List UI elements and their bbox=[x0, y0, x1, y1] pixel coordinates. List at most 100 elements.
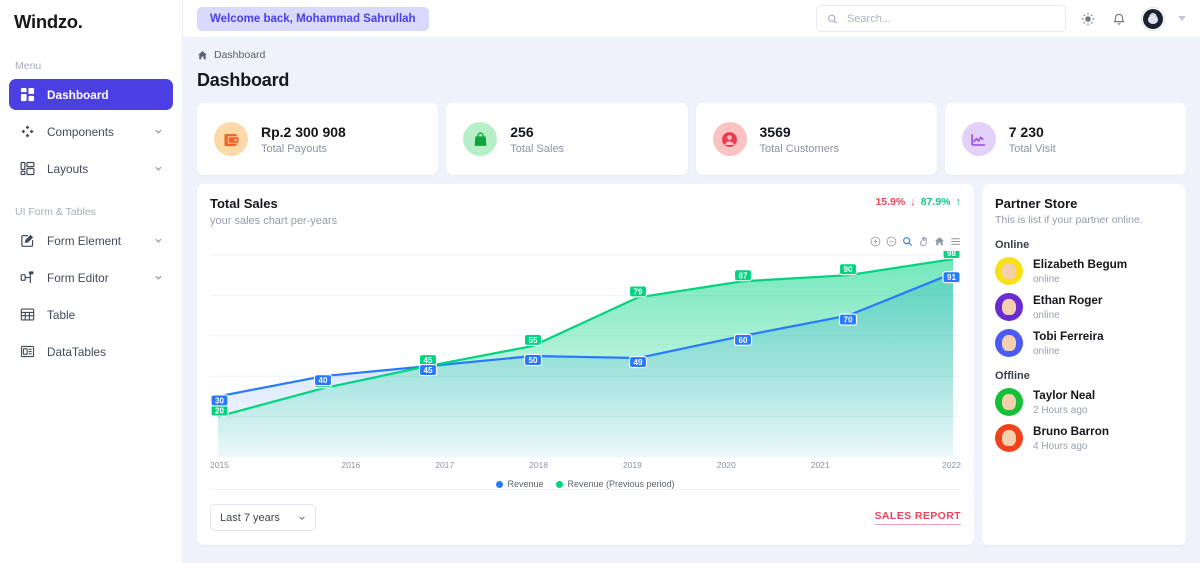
brand-logo[interactable]: Windzo. bbox=[9, 0, 173, 44]
avatar[interactable] bbox=[1141, 6, 1165, 31]
pct-decrease: 15.9% bbox=[875, 196, 906, 208]
data-label-value: 49 bbox=[634, 358, 643, 367]
chart-plot-area[interactable]: 20344555798790983040455049607091 bbox=[210, 251, 961, 457]
breadcrumb-label[interactable]: Dashboard bbox=[214, 49, 265, 61]
sidebar-item-form-editor[interactable]: Form Editor bbox=[9, 262, 173, 293]
data-label-value: 20 bbox=[215, 407, 224, 416]
sidebar-item-layouts[interactable]: Layouts bbox=[9, 153, 173, 184]
app-root: Windzo. Menu Dashboard Components Layout… bbox=[0, 0, 1200, 563]
x-tick: 2021 bbox=[810, 460, 830, 470]
content-area: Dashboard Dashboard Rp.2 300 908 Total P… bbox=[183, 38, 1200, 563]
partner-name: Elizabeth Begum bbox=[1033, 258, 1128, 272]
chevron-down-icon bbox=[155, 129, 162, 134]
data-label-value: 50 bbox=[529, 356, 538, 365]
sales-report-link[interactable]: SALES REPORT bbox=[874, 510, 961, 525]
sidebar-item-label: Dashboard bbox=[47, 87, 109, 102]
zoom-in-icon[interactable] bbox=[870, 236, 881, 247]
list-item[interactable]: Taylor Neal 2 Hours ago bbox=[995, 388, 1173, 416]
list-item[interactable]: Elizabeth Begum online bbox=[995, 257, 1173, 285]
diamond-icon bbox=[19, 123, 36, 140]
data-label-value: 45 bbox=[424, 356, 433, 365]
stat-card-total-payouts[interactable]: Rp.2 300 908 Total Payouts bbox=[197, 103, 439, 175]
sidebar-item-label: Form Editor bbox=[47, 270, 109, 285]
selection-zoom-icon[interactable] bbox=[902, 236, 913, 247]
range-select[interactable]: Last 7 years bbox=[210, 504, 316, 531]
pct-increase: 87.9% bbox=[920, 196, 951, 208]
partner-status: 2 Hours ago bbox=[1033, 404, 1088, 416]
x-tick: 2017 bbox=[435, 460, 455, 470]
partner-group-offline-label: Offline bbox=[995, 370, 1030, 382]
home-icon bbox=[198, 50, 207, 59]
chart-x-axis: 2015 2016 2017 2018 2019 2020 2021 2022 bbox=[210, 460, 961, 470]
avatar bbox=[995, 424, 1023, 452]
chart-legend: Revenue Revenue (Previous period) bbox=[210, 479, 961, 489]
legend-item-revenue[interactable]: Revenue bbox=[496, 479, 543, 489]
bell-icon[interactable] bbox=[1110, 10, 1128, 28]
search-box[interactable] bbox=[816, 5, 1066, 32]
shopping-bag-icon bbox=[463, 122, 498, 156]
avatar bbox=[995, 388, 1023, 416]
sidebar-item-datatables[interactable]: DataTables bbox=[9, 336, 173, 367]
chevron-down-icon[interactable] bbox=[1178, 16, 1186, 21]
datatable-icon bbox=[19, 343, 36, 360]
stat-label: Total Customers bbox=[759, 142, 839, 155]
stat-card-total-customers[interactable]: 3569 Total Customers bbox=[695, 103, 937, 175]
list-item[interactable]: Tobi Ferreira online bbox=[995, 329, 1173, 357]
stat-card-total-visit[interactable]: 7 230 Total Visit bbox=[944, 103, 1186, 175]
partner-name: Tobi Ferreira bbox=[1033, 330, 1104, 344]
data-label-value: 45 bbox=[424, 366, 433, 375]
stat-card-total-sales[interactable]: 256 Total Sales bbox=[446, 103, 688, 175]
sidebar-item-components[interactable]: Components bbox=[9, 116, 173, 147]
chart-toolbar bbox=[210, 236, 961, 247]
arrow-up-icon: ↑ bbox=[955, 196, 962, 208]
stat-value: Rp.2 300 908 bbox=[261, 124, 346, 141]
chevron-down-icon bbox=[155, 238, 162, 243]
stat-cards: Rp.2 300 908 Total Payouts 256 Total Sal… bbox=[197, 103, 1186, 175]
reset-home-icon[interactable] bbox=[934, 236, 945, 247]
avatar bbox=[995, 293, 1023, 321]
sidebar-item-form-element[interactable]: Form Element bbox=[9, 225, 173, 256]
partner-status: online bbox=[1033, 273, 1060, 285]
partner-name: Bruno Barron bbox=[1033, 425, 1109, 439]
total-sales-chart-card: Total Sales your sales chart per-years 1… bbox=[197, 184, 974, 545]
zoom-out-icon[interactable] bbox=[886, 236, 897, 247]
list-item[interactable]: Ethan Roger online bbox=[995, 293, 1173, 321]
sidebar-item-label: Table bbox=[47, 307, 76, 322]
chart-title: Total Sales bbox=[210, 196, 278, 211]
chevron-down-icon bbox=[155, 275, 162, 280]
search-input[interactable] bbox=[846, 12, 1055, 25]
stat-label: Total Payouts bbox=[261, 142, 328, 155]
chevron-down-icon bbox=[155, 166, 162, 171]
chevron-down-icon bbox=[299, 515, 305, 520]
partner-status: 4 Hours ago bbox=[1033, 440, 1088, 452]
legend-item-revenue-previous[interactable]: Revenue (Previous period) bbox=[556, 479, 675, 489]
stat-label: Total Visit bbox=[1008, 142, 1056, 155]
edit-square-icon bbox=[19, 232, 36, 249]
search-icon bbox=[828, 14, 837, 23]
topbar: Welcome back, Mohammad Sahrullah bbox=[183, 0, 1200, 38]
data-label-value: 40 bbox=[319, 376, 328, 385]
chart-header: Total Sales your sales chart per-years 1… bbox=[210, 196, 961, 227]
list-item[interactable]: Bruno Barron 4 Hours ago bbox=[995, 424, 1173, 452]
sun-icon[interactable] bbox=[1079, 10, 1097, 28]
avatar-image bbox=[1143, 8, 1163, 29]
legend-label: Revenue (Previous period) bbox=[567, 479, 675, 489]
sidebar-item-label: Form Element bbox=[47, 233, 122, 248]
avatar bbox=[995, 257, 1023, 285]
sidebar-item-dashboard[interactable]: Dashboard bbox=[9, 79, 173, 110]
x-tick: 2018 bbox=[529, 460, 549, 470]
stat-value: 3569 bbox=[759, 124, 791, 141]
sidebar-item-table[interactable]: Table bbox=[9, 299, 173, 330]
sidebar-item-label: DataTables bbox=[47, 344, 107, 359]
data-label-value: 30 bbox=[215, 396, 224, 405]
partner-name: Ethan Roger bbox=[1033, 294, 1103, 308]
partner-status: online bbox=[1033, 309, 1060, 321]
chart-kpis: 15.9% ↓ 87.9% ↑ bbox=[875, 196, 961, 208]
pan-icon[interactable] bbox=[918, 236, 929, 247]
data-label-value: 60 bbox=[739, 336, 748, 345]
x-tick: 2020 bbox=[716, 460, 736, 470]
partner-store-panel: Partner Store This is list if your partn… bbox=[982, 184, 1186, 545]
data-label-value: 87 bbox=[739, 271, 748, 280]
menu-icon[interactable] bbox=[950, 236, 961, 247]
layout-icon bbox=[19, 160, 36, 177]
